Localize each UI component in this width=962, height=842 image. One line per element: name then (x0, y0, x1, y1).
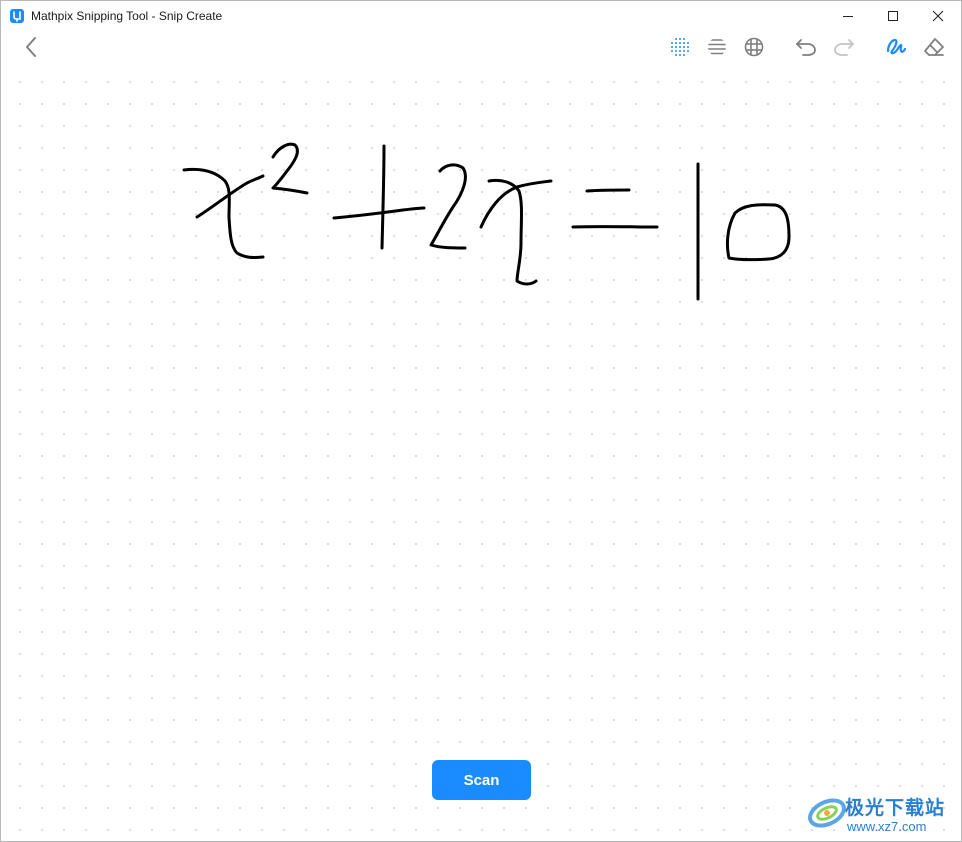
close-button[interactable] (915, 1, 961, 31)
ink-stroke-zero (725, 203, 791, 262)
lined-paper-icon (707, 37, 727, 62)
square-grid-button[interactable] (743, 37, 765, 62)
scan-button[interactable]: Scan (432, 760, 531, 800)
watermark-brand: 极光下载站 (845, 797, 946, 819)
ink-stroke-x2-b (487, 178, 538, 286)
watermark-url: www.xz7.com (847, 819, 927, 834)
back-chevron-icon (24, 36, 38, 63)
lined-paper-button[interactable] (706, 38, 728, 60)
dot-grid-button[interactable] (669, 37, 691, 62)
handwriting-ink (182, 142, 791, 301)
ink-stroke-two (429, 163, 467, 250)
ink-stroke-plus-v (380, 144, 386, 250)
title-bar[interactable]: Mathpix Snipping Tool - Snip Create (1, 1, 961, 31)
undo-icon (795, 37, 817, 62)
eraser-icon (923, 37, 945, 62)
dot-grid-icon (670, 37, 690, 62)
redo-icon (833, 37, 855, 62)
minimize-icon (842, 10, 854, 22)
ink-stroke-plus-h (332, 206, 426, 220)
mathpix-app-icon (10, 9, 24, 23)
ink-stroke-sup2 (271, 142, 309, 195)
minimize-button[interactable] (825, 1, 871, 31)
maximize-icon (887, 10, 899, 22)
window-title: Mathpix Snipping Tool - Snip Create (31, 9, 223, 23)
undo-button[interactable] (795, 38, 817, 60)
app-window: Mathpix Snipping Tool - Snip Create Scan… (0, 0, 962, 842)
ink-stroke-equals-top (585, 188, 631, 193)
maximize-button[interactable] (870, 1, 916, 31)
redo-button[interactable] (833, 38, 855, 60)
eraser-tool-button[interactable] (923, 37, 945, 62)
back-button[interactable] (19, 36, 43, 63)
watermark: 极光下载站 www.xz7.com (801, 789, 961, 839)
watermark-logo-icon (805, 791, 849, 840)
pen-tool-button[interactable] (885, 38, 907, 60)
square-grid-icon (744, 37, 764, 62)
close-icon (932, 10, 944, 22)
pen-icon (885, 37, 907, 62)
